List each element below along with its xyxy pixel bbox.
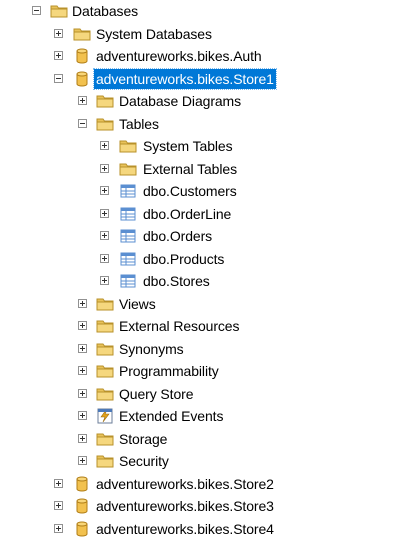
expand-toggle[interactable]	[100, 163, 109, 173]
expand-toggle[interactable]	[78, 96, 87, 105]
tree-node-system-tables[interactable]: System Tables	[0, 135, 416, 158]
node-label: adventureworks.bikes.Store4	[96, 520, 274, 537]
folder-icon	[73, 26, 91, 42]
collapse-toggle[interactable]	[78, 118, 87, 128]
expand-toggle[interactable]	[54, 51, 63, 60]
expand-toggle[interactable]	[100, 253, 109, 263]
expand-toggle[interactable]	[78, 388, 87, 398]
tree-node-databases[interactable]: Databases	[0, 0, 416, 23]
node-label: Synonyms	[119, 340, 184, 357]
tree-node-database-store4[interactable]: adventureworks.bikes.Store4	[0, 518, 416, 541]
node-label: Tables	[119, 115, 159, 132]
node-label: External Tables	[143, 160, 237, 177]
folder-icon	[96, 93, 114, 109]
node-label: adventureworks.bikes.Store2	[96, 475, 274, 492]
folder-icon	[96, 296, 114, 312]
tree-node-system-databases[interactable]: System Databases	[0, 23, 416, 46]
folder-icon	[96, 318, 114, 334]
expand-toggle[interactable]	[54, 501, 63, 510]
database-icon	[73, 71, 91, 87]
collapse-toggle[interactable]	[54, 73, 63, 83]
tree-node-storage[interactable]: Storage	[0, 428, 416, 451]
expand-toggle[interactable]	[78, 321, 87, 330]
extended-events-icon	[96, 408, 114, 424]
tree-node-table-orders[interactable]: dbo.Orders	[0, 225, 416, 248]
database-icon	[73, 48, 91, 64]
tree-node-table-stores[interactable]: dbo.Stores	[0, 270, 416, 293]
node-label: External Resources	[119, 318, 240, 334]
expand-toggle[interactable]	[100, 231, 109, 240]
tree-node-external-tables[interactable]: External Tables	[0, 158, 416, 181]
table-icon	[119, 273, 137, 289]
tree-node-security[interactable]: Security	[0, 450, 416, 473]
expand-toggle[interactable]	[78, 411, 87, 420]
tree-node-database-store1[interactable]: adventureworks.bikes.Store1	[0, 67, 416, 91]
table-icon	[119, 228, 137, 244]
tree-node-query-store[interactable]: Query Store	[0, 383, 416, 406]
node-label: dbo.Stores	[143, 273, 210, 289]
folder-icon	[96, 341, 114, 357]
node-label: System Tables	[143, 138, 233, 154]
node-label: Programmability	[119, 363, 219, 379]
object-explorer-tree: Databases System Databases adventurework…	[0, 0, 416, 540]
folder-icon	[50, 3, 68, 19]
node-label: System Databases	[96, 25, 212, 42]
database-icon	[73, 476, 91, 492]
database-icon	[73, 521, 91, 537]
expand-toggle[interactable]	[100, 186, 109, 195]
folder-icon	[96, 116, 114, 132]
tree-node-database-store2[interactable]: adventureworks.bikes.Store2	[0, 473, 416, 496]
expand-toggle[interactable]	[100, 276, 109, 285]
node-label: adventureworks.bikes.Store3	[96, 498, 274, 514]
tree-node-table-customers[interactable]: dbo.Customers	[0, 180, 416, 203]
expand-toggle[interactable]	[54, 28, 63, 38]
expand-toggle[interactable]	[78, 298, 87, 308]
tree-node-extended-events[interactable]: Extended Events	[0, 405, 416, 428]
expand-toggle[interactable]	[78, 456, 87, 465]
table-icon	[119, 183, 137, 199]
node-label-selected: adventureworks.bikes.Store1	[93, 67, 277, 90]
folder-icon	[96, 431, 114, 447]
expand-toggle[interactable]	[100, 208, 109, 218]
tree-node-programmability[interactable]: Programmability	[0, 360, 416, 383]
node-label: Views	[119, 295, 156, 312]
tree-node-database-auth[interactable]: adventureworks.bikes.Auth	[0, 45, 416, 68]
tree-node-external-resources[interactable]: External Resources	[0, 315, 416, 338]
node-label: dbo.Orders	[143, 228, 213, 244]
expand-toggle[interactable]	[78, 433, 87, 443]
node-label: Database Diagrams	[119, 93, 242, 109]
node-label: Extended Events	[119, 408, 224, 424]
node-label: Query Store	[119, 385, 194, 402]
expand-toggle[interactable]	[78, 366, 87, 375]
node-label: Databases	[72, 3, 139, 19]
tree-node-table-orderline[interactable]: dbo.OrderLine	[0, 203, 416, 226]
tree-node-tables[interactable]: Tables	[0, 113, 416, 136]
node-label: dbo.Customers	[143, 183, 237, 199]
node-label: adventureworks.bikes.Auth	[96, 48, 262, 64]
tree-node-table-products[interactable]: dbo.Products	[0, 248, 416, 271]
database-icon	[73, 498, 91, 514]
folder-icon	[96, 453, 114, 469]
expand-toggle[interactable]	[100, 141, 109, 150]
table-icon	[119, 206, 137, 222]
node-label: Storage	[119, 430, 168, 447]
expand-toggle[interactable]	[54, 523, 63, 533]
expand-toggle[interactable]	[54, 478, 63, 488]
expand-toggle[interactable]	[78, 343, 87, 353]
tree-node-synonyms[interactable]: Synonyms	[0, 338, 416, 361]
folder-icon	[119, 161, 137, 177]
folder-icon	[96, 363, 114, 379]
folder-icon	[96, 386, 114, 402]
folder-icon	[119, 138, 137, 154]
node-label: Security	[119, 453, 169, 469]
tree-node-views[interactable]: Views	[0, 293, 416, 316]
node-label: dbo.Products	[143, 250, 225, 267]
tree-node-database-diagrams[interactable]: Database Diagrams	[0, 90, 416, 113]
collapse-toggle[interactable]	[32, 6, 41, 15]
table-icon	[119, 251, 137, 267]
tree-node-database-store3[interactable]: adventureworks.bikes.Store3	[0, 495, 416, 518]
node-label: dbo.OrderLine	[143, 205, 232, 222]
